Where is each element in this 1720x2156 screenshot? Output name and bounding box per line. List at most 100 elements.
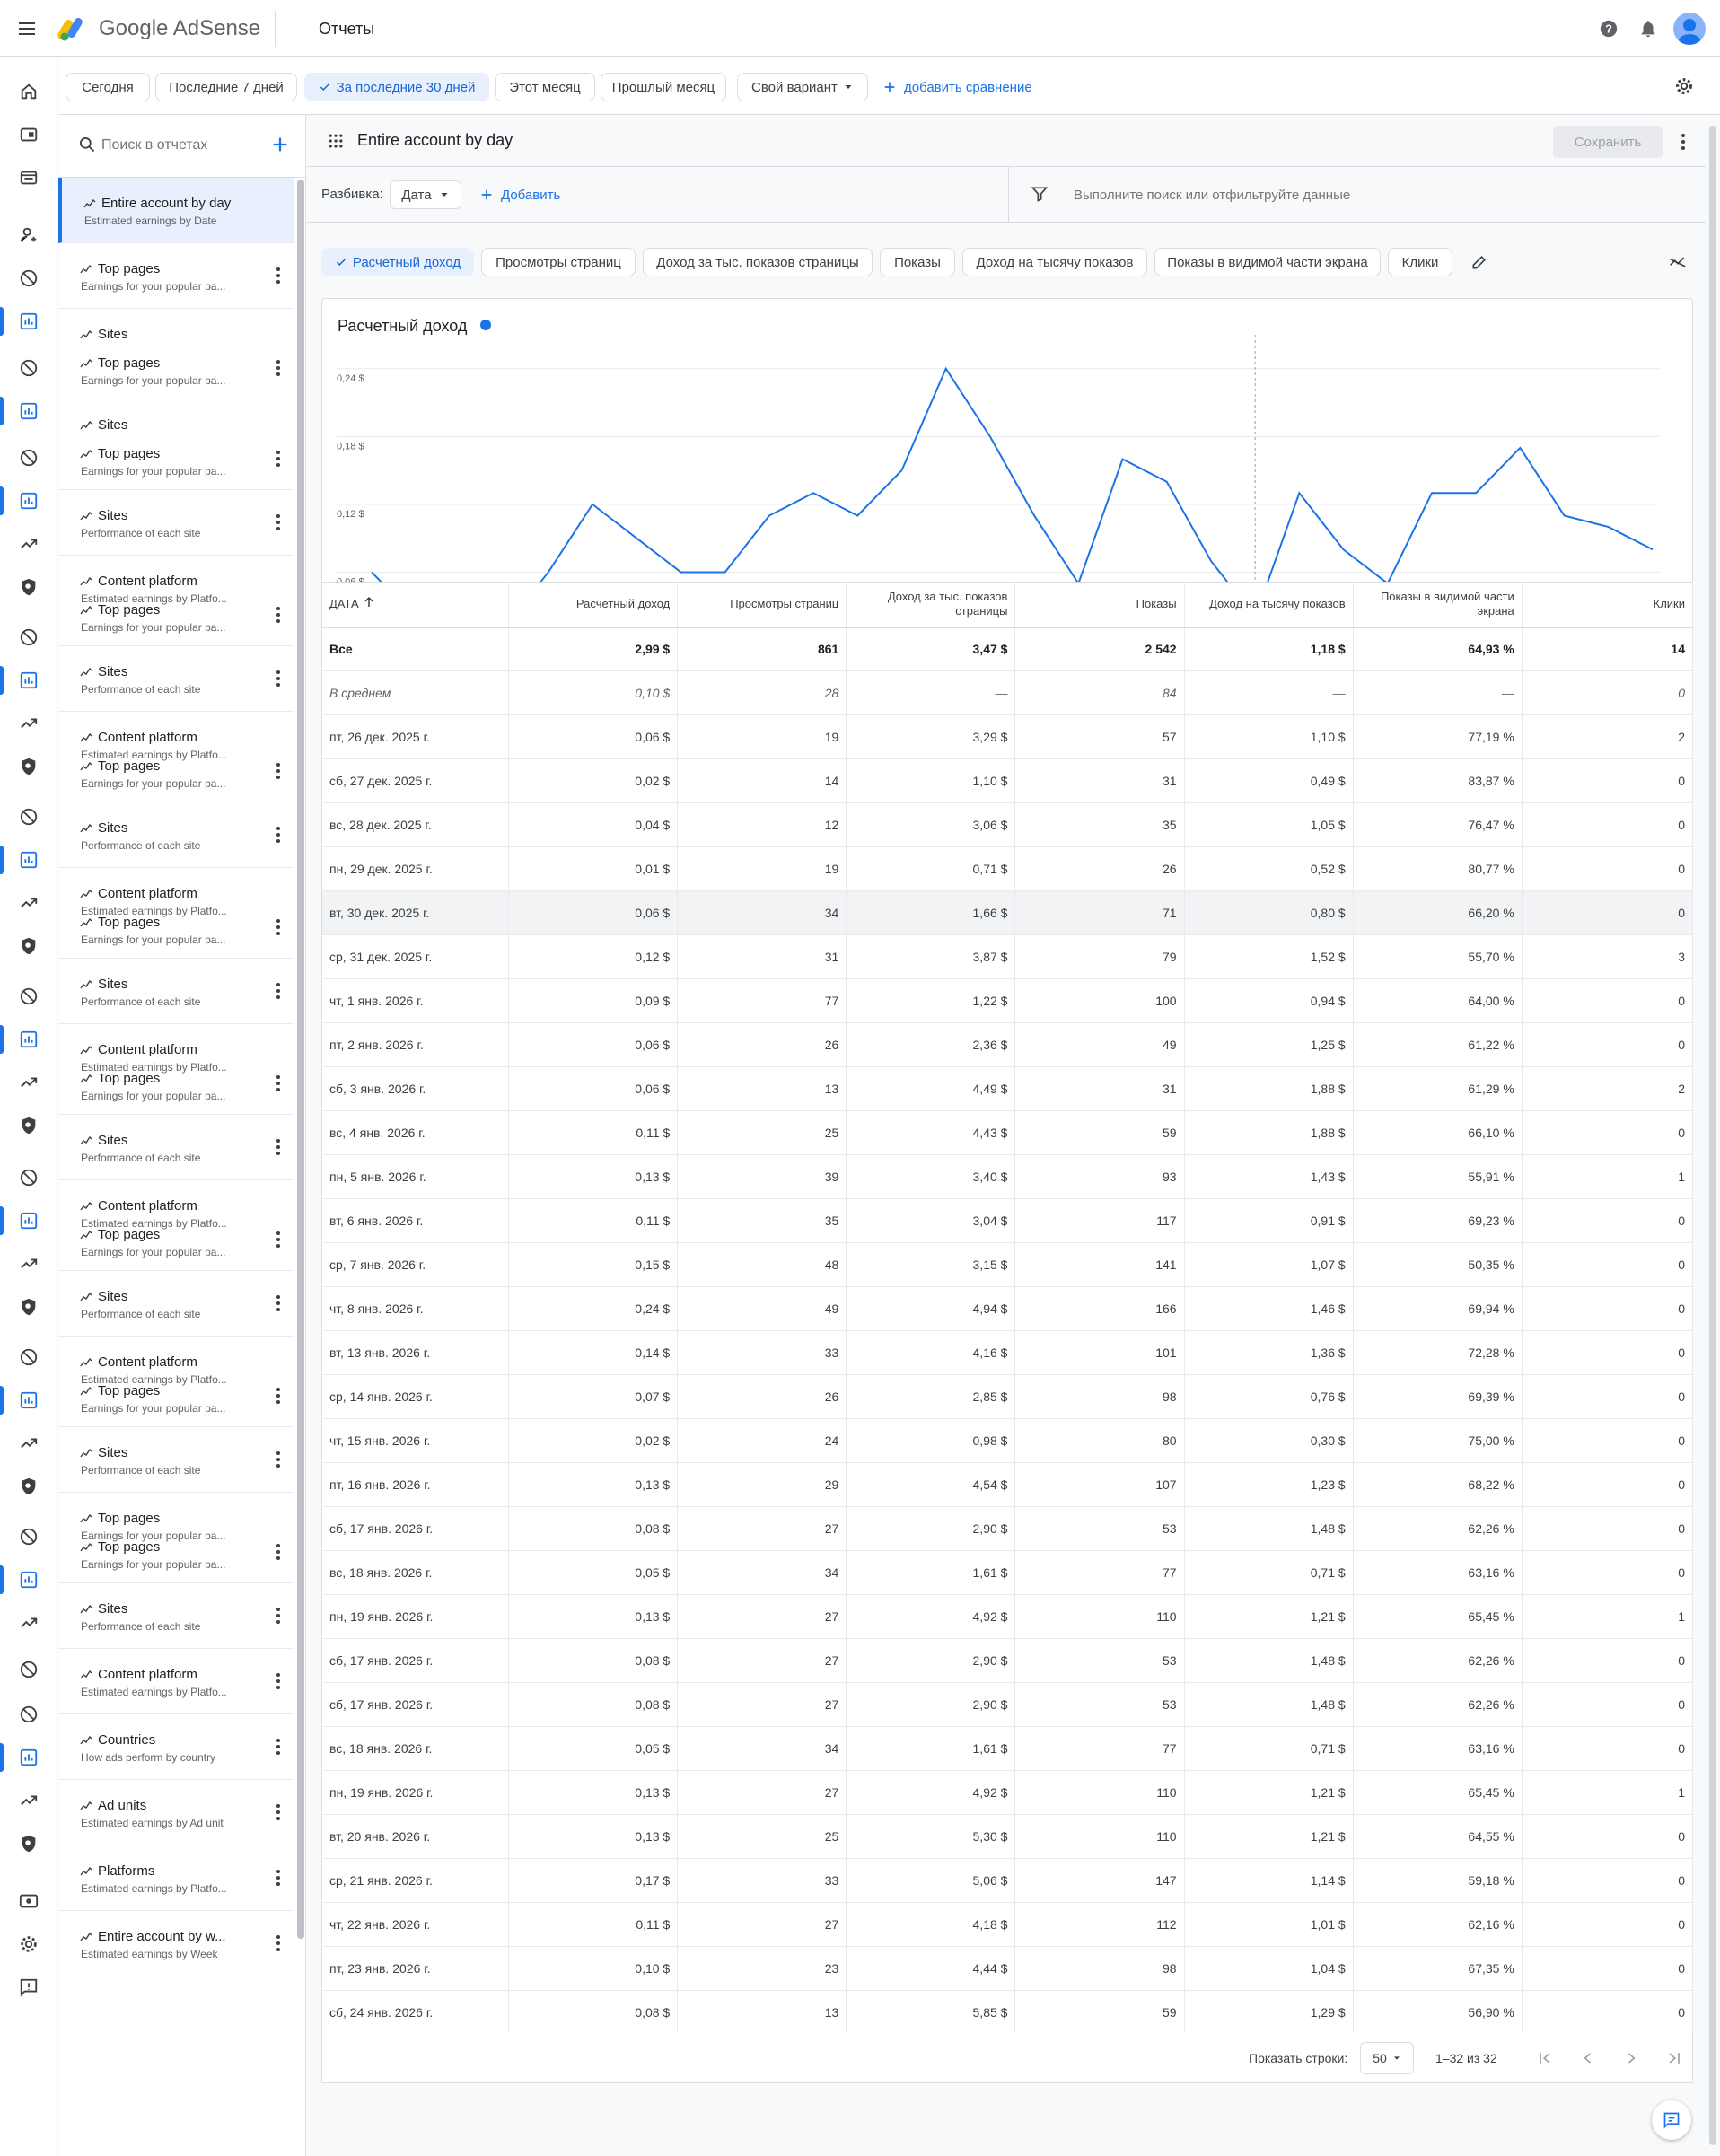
more-vert-icon[interactable] <box>276 1803 281 1821</box>
column-header[interactable]: Просмотры страниц <box>677 582 847 628</box>
saved-report-item[interactable]: Content platform Estimated earnings by Pl… <box>58 1024 294 1115</box>
more-vert-icon[interactable] <box>276 359 281 377</box>
saved-report-item[interactable]: Sites Performance of each site <box>58 802 294 868</box>
column-header[interactable]: Клики <box>1522 582 1694 628</box>
date-chip-today[interactable]: Сегодня <box>66 73 150 101</box>
saved-report-item[interactable]: Sites Performance of each site <box>58 1583 294 1649</box>
column-header[interactable]: Доход на тысячу показов <box>1184 582 1354 628</box>
apps-grid-icon[interactable] <box>327 132 345 150</box>
trending-icon[interactable] <box>0 526 57 562</box>
payments-icon[interactable] <box>0 1883 57 1919</box>
shield-icon[interactable] <box>0 1289 57 1325</box>
saved-report-item[interactable]: Sites Performance of each site <box>58 1427 294 1493</box>
table-row[interactable]: пт, 23 янв. 2026 г. 0,10 $23 4,44 $98 1,04 … <box>321 1946 1694 1991</box>
metric-chip-active-view[interactable]: Показы в видимой части экрана <box>1154 248 1381 276</box>
block-icon[interactable] <box>0 1160 57 1196</box>
adsense-logo-icon[interactable] <box>57 15 90 42</box>
more-vert-icon[interactable] <box>276 267 281 285</box>
sidebar-scrollbar-thumb[interactable] <box>297 180 304 1939</box>
settings-icon[interactable] <box>1673 75 1695 97</box>
reports-icon[interactable] <box>0 483 57 519</box>
ads-icon[interactable] <box>0 117 57 153</box>
trending-icon[interactable] <box>0 1065 57 1100</box>
avatar[interactable] <box>1673 13 1706 45</box>
trending-icon[interactable] <box>0 1783 57 1819</box>
settings-icon[interactable] <box>0 1926 57 1962</box>
block-icon[interactable] <box>0 1339 57 1375</box>
saved-report-item[interactable]: Ad units Estimated earnings by Ad unit <box>58 1780 294 1845</box>
more-vert-icon[interactable] <box>276 1543 281 1561</box>
block-icon[interactable] <box>0 1696 57 1732</box>
shield-icon[interactable] <box>0 749 57 784</box>
report-search-input[interactable] <box>101 133 245 158</box>
block-icon[interactable] <box>0 1652 57 1687</box>
reports-icon[interactable] <box>0 393 57 429</box>
saved-report-item[interactable]: Sites Performance of each site <box>58 959 294 1024</box>
saved-report-item[interactable]: Sites Performance of each site <box>58 1115 294 1180</box>
date-chip-this-month[interactable]: Этот месяц <box>495 73 595 101</box>
first-page-icon[interactable] <box>1536 2049 1554 2067</box>
table-row[interactable]: ср, 31 дек. 2025 г. 0,12 $31 3,87 $79 1,52 … <box>321 934 1694 979</box>
table-row[interactable]: пт, 16 янв. 2026 г. 0,13 $29 4,54 $107 1,23… <box>321 1462 1694 1507</box>
sites-icon[interactable] <box>0 160 57 196</box>
table-row[interactable]: ср, 14 янв. 2026 г. 0,07 $26 2,85 $98 0,76 … <box>321 1374 1694 1419</box>
saved-report-item[interactable]: Content platform Estimated earnings by Pl… <box>58 556 294 646</box>
more-vert-icon[interactable] <box>276 762 281 780</box>
table-row[interactable]: ср, 7 янв. 2026 г. 0,15 $48 3,15 $141 1,07 … <box>321 1242 1694 1287</box>
more-vert-icon[interactable] <box>276 1450 281 1468</box>
more-vert-icon[interactable] <box>276 1869 281 1887</box>
metric-chip-clicks[interactable]: Клики <box>1388 248 1452 276</box>
table-row[interactable]: сб, 17 янв. 2026 г. 0,08 $27 2,90 $53 1,48 … <box>321 1682 1694 1727</box>
chart-toggle-icon[interactable] <box>1668 253 1688 271</box>
breakdown-dropdown[interactable]: Дата <box>390 180 461 209</box>
column-header-date[interactable]: ДАТА <box>321 582 510 628</box>
help-icon[interactable]: ? <box>1598 18 1619 39</box>
table-row[interactable]: вт, 30 дек. 2025 г. 0,06 $34 1,66 $71 0,80 … <box>321 890 1694 935</box>
main-scrollbar[interactable] <box>1709 126 1716 2145</box>
table-row[interactable]: сб, 24 янв. 2026 г. 0,08 $13 5,85 $59 1,29 … <box>321 1990 1694 2035</box>
prev-page-icon[interactable] <box>1579 2049 1597 2067</box>
date-chip-last-month[interactable]: Прошлый месяц <box>601 73 726 101</box>
more-vert-icon[interactable] <box>276 1074 281 1092</box>
trending-icon[interactable] <box>0 1425 57 1461</box>
more-vert-icon[interactable] <box>276 606 281 624</box>
more-vert-icon[interactable] <box>276 513 281 531</box>
table-row[interactable]: пн, 29 дек. 2025 г. 0,01 $19 0,71 $26 0,52 … <box>321 846 1694 891</box>
block-icon[interactable] <box>0 440 57 476</box>
main-scrollbar-thumb[interactable] <box>1709 126 1716 2145</box>
table-row[interactable]: сб, 17 янв. 2026 г. 0,08 $27 2,90 $53 1,48 … <box>321 1638 1694 1683</box>
average-row[interactable]: В среднем 0,10 $28—84— —0 <box>321 670 1694 715</box>
table-row[interactable]: чт, 22 янв. 2026 г. 0,11 $27 4,18 $112 1,01… <box>321 1902 1694 1947</box>
table-row[interactable]: чт, 8 янв. 2026 г. 0,24 $49 4,94 $166 1,46 … <box>321 1286 1694 1331</box>
saved-report-item[interactable]: Countries How ads perform by country <box>58 1714 294 1780</box>
more-vert-icon[interactable] <box>276 982 281 1000</box>
menu-icon[interactable] <box>16 18 38 39</box>
next-page-icon[interactable] <box>1622 2049 1640 2067</box>
reports-icon[interactable] <box>0 1203 57 1239</box>
edit-pencil-icon[interactable] <box>1470 253 1488 271</box>
reports-icon[interactable] <box>0 1740 57 1775</box>
more-vert-icon[interactable] <box>276 1607 281 1625</box>
block-icon[interactable] <box>0 799 57 835</box>
shield-icon[interactable] <box>0 1826 57 1862</box>
table-row[interactable]: пт, 2 янв. 2026 г. 0,06 $26 2,36 $49 1,25 $… <box>321 1022 1694 1067</box>
feedback-icon[interactable] <box>0 1969 57 2005</box>
notifications-icon[interactable] <box>1637 18 1659 39</box>
more-vert-icon[interactable] <box>276 826 281 844</box>
home-icon[interactable] <box>0 74 57 110</box>
table-row[interactable]: ср, 21 янв. 2026 г. 0,17 $33 5,06 $147 1,14… <box>321 1858 1694 1903</box>
shield-icon[interactable] <box>0 569 57 605</box>
date-chip-last-30-days[interactable]: За последние 30 дней <box>304 73 489 101</box>
block-icon[interactable] <box>0 619 57 655</box>
more-vert-icon[interactable] <box>276 1231 281 1249</box>
more-vert-icon[interactable] <box>276 1738 281 1756</box>
metric-chip-page-rpm[interactable]: Доход за тыс. показов страницы <box>643 248 873 276</box>
table-row[interactable]: пт, 26 дек. 2025 г. 0,06 $19 3,29 $57 1,10 … <box>321 714 1694 759</box>
more-vert-icon[interactable] <box>276 1138 281 1156</box>
reports-icon[interactable] <box>0 1382 57 1418</box>
column-header[interactable]: Показы <box>1014 582 1185 628</box>
sidebar-scrollbar[interactable] <box>297 180 304 1939</box>
column-header[interactable]: Доход за тыс. показов страницы <box>846 582 1016 628</box>
table-row[interactable]: пн, 19 янв. 2026 г. 0,13 $27 4,92 $110 1,21… <box>321 1594 1694 1639</box>
more-vert-icon[interactable] <box>276 1672 281 1690</box>
